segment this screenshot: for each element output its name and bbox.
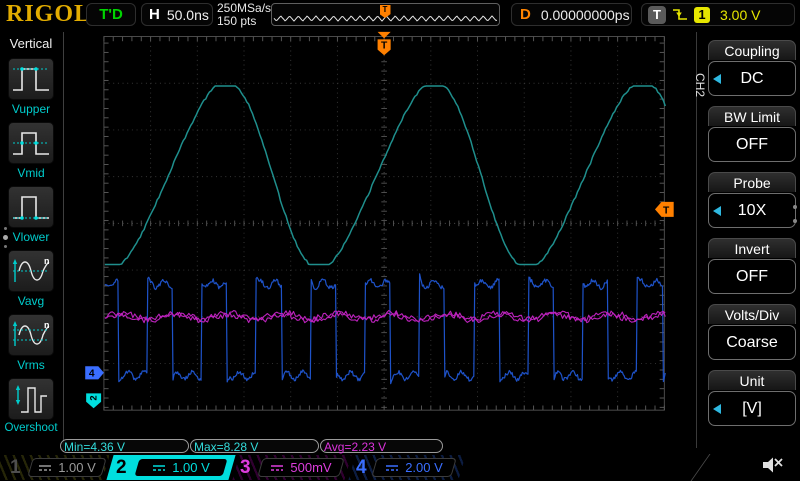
waveform-preview[interactable]: T bbox=[271, 3, 500, 26]
measurement-min: Min=4.36 V bbox=[60, 439, 189, 454]
menu-value: 10X bbox=[708, 193, 796, 228]
channel-badge: CH2 bbox=[693, 72, 707, 97]
memory-depth: 150 pts bbox=[217, 14, 257, 28]
graticule-svg: T T 4 2 bbox=[85, 31, 674, 411]
menu-item-unit[interactable]: Unit [V] bbox=[708, 370, 796, 426]
svg-text:4: 4 bbox=[89, 369, 95, 380]
delay-chip[interactable]: D 0.00000000ps bbox=[511, 3, 632, 26]
speaker-muted-icon bbox=[763, 457, 783, 473]
horizontal-label: H bbox=[149, 6, 160, 23]
menu-label: Volts/Div bbox=[708, 304, 796, 324]
dc-coupling-icon bbox=[386, 464, 399, 471]
timebase-chip[interactable]: H 50.0ns bbox=[141, 3, 213, 26]
menu-label: Unit bbox=[708, 370, 796, 390]
trigger-source-badge: 1 bbox=[694, 6, 710, 23]
menu-item-invert[interactable]: Invert OFF bbox=[708, 238, 796, 294]
channel-scale-chip: 1.00 V bbox=[27, 458, 107, 477]
menu-item-probe[interactable]: Probe 10X bbox=[708, 172, 796, 228]
channel-number: 4 bbox=[356, 457, 367, 478]
delay-value: 0.00000000ps bbox=[540, 6, 630, 23]
rigol-logo: RIGOL bbox=[6, 1, 92, 27]
measurement-max: Max=8.28 V bbox=[190, 439, 319, 454]
menu-value: [V] bbox=[708, 391, 796, 426]
dc-coupling-icon bbox=[153, 464, 166, 471]
menu-label: Coupling bbox=[708, 40, 796, 60]
oscilloscope-screen: { "brand": "RIGOL", "top_bar": { "trigge… bbox=[0, 0, 800, 481]
trigger-info-chip[interactable]: T 1 3.00 V bbox=[641, 3, 795, 26]
trigger-level-value: 3.00 V bbox=[720, 6, 761, 23]
channel-scale: 2.00 V bbox=[405, 460, 443, 475]
select-arrow-icon bbox=[713, 205, 721, 216]
menu-label: Probe bbox=[708, 172, 796, 192]
channel-menu: CH2 Coupling DC BW Limit OFF Probe 10X I… bbox=[690, 30, 800, 480]
menu-item-volts-div[interactable]: Volts/Div Coarse bbox=[708, 304, 796, 360]
menu-label: Invert bbox=[708, 238, 796, 258]
measurement-avg: Avg=2.23 V bbox=[320, 439, 443, 454]
channel-number: 2 bbox=[116, 457, 127, 478]
svg-text:T: T bbox=[663, 206, 670, 217]
probe-page-indicator bbox=[793, 195, 797, 233]
channel-scale: 1.00 V bbox=[58, 460, 96, 475]
menu-value: OFF bbox=[708, 127, 796, 162]
top-status-bar: RIGOL T'D H 50.0ns 250MSa/s 150 pts T D … bbox=[0, 0, 800, 30]
channel-number: 1 bbox=[10, 457, 21, 478]
select-arrow-icon bbox=[713, 403, 721, 414]
channel-scale: 1.00 V bbox=[172, 460, 210, 475]
channel-status-bar: 1 1.00 V 2 1.00 V 3 500mV 4 2.00 V bbox=[0, 455, 695, 480]
timebase-value: 50.0ns bbox=[166, 6, 209, 23]
trigger-status-badge: T'D bbox=[86, 3, 136, 26]
svg-text:2: 2 bbox=[88, 395, 98, 400]
acquisition-info: 250MSa/s 150 pts bbox=[217, 2, 271, 28]
menu-item-bw-limit[interactable]: BW Limit OFF bbox=[708, 106, 796, 162]
menu-value: DC bbox=[708, 61, 796, 96]
channel-scale-chip: 500mV bbox=[257, 458, 345, 477]
dc-coupling-icon bbox=[39, 464, 52, 471]
channel-scale-chip: 2.00 V bbox=[371, 458, 457, 477]
menu-value: Coarse bbox=[708, 325, 796, 360]
delay-label: D bbox=[520, 6, 531, 23]
dc-coupling-icon bbox=[271, 464, 284, 471]
menu-value: OFF bbox=[708, 259, 796, 294]
channel-number: 3 bbox=[240, 457, 251, 478]
falling-edge-icon bbox=[673, 9, 687, 20]
menu-label: BW Limit bbox=[708, 106, 796, 126]
channel-scale: 500mV bbox=[290, 460, 332, 475]
select-arrow-icon bbox=[713, 73, 721, 84]
channel-scale-chip: 1.00 V bbox=[133, 458, 229, 477]
svg-text:T: T bbox=[381, 41, 388, 52]
trigger-label: T bbox=[648, 5, 666, 24]
menu-item-coupling[interactable]: Coupling DC bbox=[708, 40, 796, 96]
